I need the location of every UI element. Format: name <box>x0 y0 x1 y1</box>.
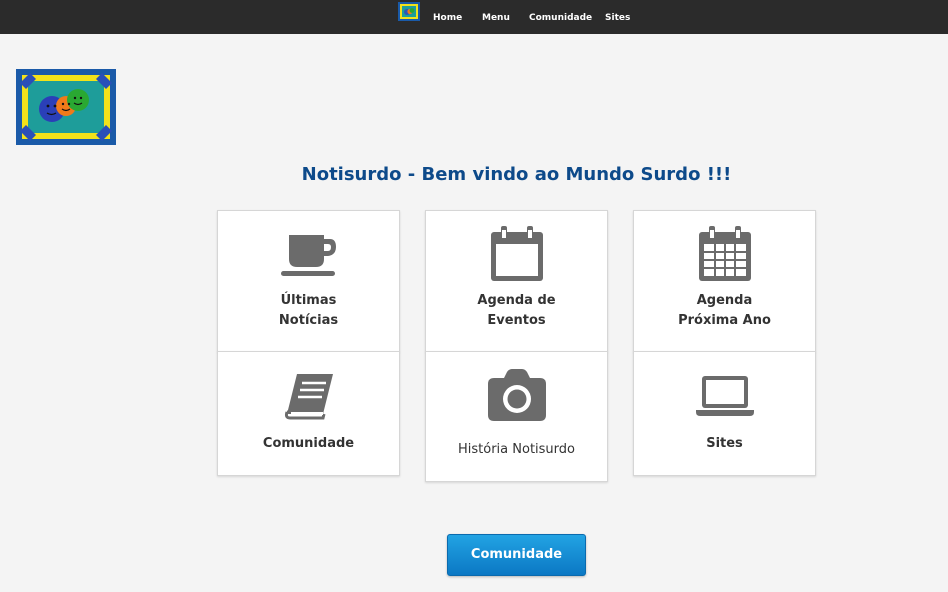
nav-menu[interactable]: Menu <box>482 13 510 23</box>
card-agenda-proximo-ano[interactable]: Agenda Próxima Ano <box>633 210 816 352</box>
card-agenda-eventos[interactable]: Agenda de Eventos <box>425 210 608 352</box>
card-sites[interactable]: Sites <box>633 351 816 476</box>
comunidade-button[interactable]: Comunidade <box>447 534 586 576</box>
card-comunidade[interactable]: Comunidade <box>217 351 400 476</box>
card-ultimas-noticias[interactable]: Últimas Notícias <box>217 210 400 352</box>
site-logo-icon[interactable] <box>16 69 116 145</box>
nav-home[interactable]: Home <box>433 13 462 23</box>
card-label: História Notisurdo <box>458 442 575 457</box>
nav-sites[interactable]: Sites <box>605 13 630 23</box>
calendar-grid-icon <box>698 226 751 281</box>
top-navbar: Home Menu Comunidade Sites <box>0 0 948 34</box>
card-label: Comunidade <box>262 436 355 451</box>
card-label: Últimas Notícias <box>278 293 339 328</box>
camera-icon <box>487 369 546 421</box>
page-title: Notisurdo - Bem vindo ao Mundo Surdo !!! <box>301 164 732 185</box>
laptop-icon <box>695 376 754 416</box>
calendar-icon <box>490 226 543 281</box>
card-label: Agenda de Eventos <box>477 293 556 328</box>
card-label: Agenda Próxima Ano <box>678 293 771 328</box>
book-icon <box>284 374 333 420</box>
nav-comunidade[interactable]: Comunidade <box>529 13 592 23</box>
site-logo-small-icon[interactable] <box>398 2 420 21</box>
card-label: Sites <box>706 436 743 451</box>
card-historia-notisurdo[interactable]: História Notisurdo <box>425 351 608 482</box>
coffee-cup-icon <box>280 235 336 276</box>
